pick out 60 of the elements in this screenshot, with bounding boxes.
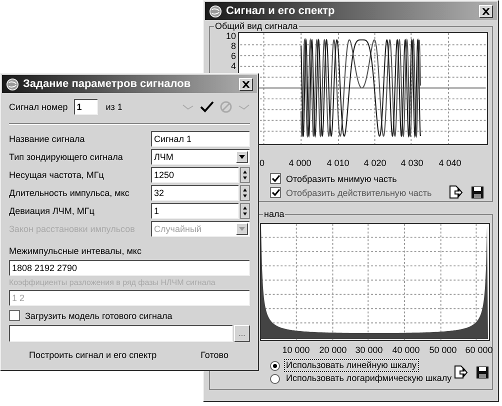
- axis-tick-label: 4 030: [400, 157, 424, 170]
- checkbox-label: Отобразить мнимую часть: [286, 172, 397, 184]
- close-icon: [482, 8, 490, 14]
- spinner[interactable]: [240, 185, 250, 201]
- radio-button[interactable]: [270, 360, 280, 370]
- spinner[interactable]: [240, 203, 250, 219]
- field-label: Сигнал номер: [9, 101, 68, 113]
- globe-icon: [6, 78, 19, 90]
- window-title: Задание параметров сигналов: [23, 76, 192, 92]
- radio-label: Использовать логарифмическую шкалу: [285, 372, 453, 385]
- spinner[interactable]: [240, 167, 250, 183]
- axis-tick-label: 40 000: [392, 344, 420, 357]
- axis-tick-label: 4: [230, 62, 236, 71]
- axis-tick-label: 10: [226, 32, 236, 41]
- field-label: из 1: [106, 101, 124, 113]
- globe-icon: [209, 4, 222, 18]
- close-button[interactable]: [239, 78, 253, 90]
- axis-tick-label: 0: [260, 157, 264, 170]
- input-field[interactable]: 1: [74, 99, 98, 115]
- save-icon[interactable]: [476, 366, 489, 378]
- input-field[interactable]: 1808 2192 2790: [9, 260, 250, 276]
- radio-label: Использовать линейную шкалу: [284, 359, 419, 372]
- close-button[interactable]: [479, 4, 493, 18]
- axis-tick-label: 60 000: [465, 344, 493, 357]
- field-label: Девиация ЛЧМ, МГц: [9, 205, 96, 217]
- window-title: Сигнал и его спектр: [226, 4, 336, 19]
- checkmark-icon[interactable]: [200, 101, 214, 113]
- dropdown[interactable]: ЛЧМ: [151, 149, 250, 165]
- input-field[interactable]: 32: [151, 185, 239, 201]
- input-field[interactable]: 1: [151, 203, 239, 219]
- axis-tick-label: 10 000: [282, 344, 310, 357]
- checkbox[interactable]: [270, 173, 281, 184]
- checkbox[interactable]: [9, 310, 20, 321]
- axis-tick-label: 20 000: [319, 344, 347, 357]
- field-label: Длительность импульса, мкс: [9, 187, 130, 199]
- radio-button[interactable]: [270, 374, 280, 384]
- checkbox-label: Отобразить действительную часть: [286, 186, 432, 198]
- input-field[interactable]: [9, 325, 233, 342]
- checkbox[interactable]: [270, 187, 281, 198]
- axis-tick-label: 50 000: [429, 344, 457, 357]
- close-icon: [242, 80, 250, 88]
- field-label: Название сигнала: [9, 133, 86, 145]
- axis-tick-label: 4 020: [364, 157, 386, 170]
- axis-tick-label: 30 000: [355, 344, 383, 357]
- group-title: Общий вид сигнала: [214, 20, 299, 32]
- save-icon[interactable]: [471, 186, 484, 198]
- field-label: Межимпульсные интевалы, мкс: [9, 245, 142, 257]
- browse-button[interactable]: ...: [234, 325, 250, 342]
- export-icon[interactable]: [449, 185, 463, 199]
- axis-tick-label: 4 010: [326, 157, 350, 170]
- field-label: Несущая частота, МГц: [9, 169, 105, 181]
- axis-tick-label: 4 040: [438, 157, 462, 170]
- axis-tick-label: 4 000: [288, 157, 312, 170]
- axis-tick-label: 8: [230, 42, 236, 51]
- input-field[interactable]: 1250: [151, 167, 239, 183]
- checkbox-label: Загрузить модель готового сигнала: [25, 310, 172, 322]
- field-label: Тип зондирующего сигнала: [9, 151, 124, 163]
- axis-tick-label: 6: [230, 52, 236, 61]
- input-field[interactable]: Сигнал 1: [151, 131, 250, 147]
- export-icon[interactable]: [454, 365, 468, 379]
